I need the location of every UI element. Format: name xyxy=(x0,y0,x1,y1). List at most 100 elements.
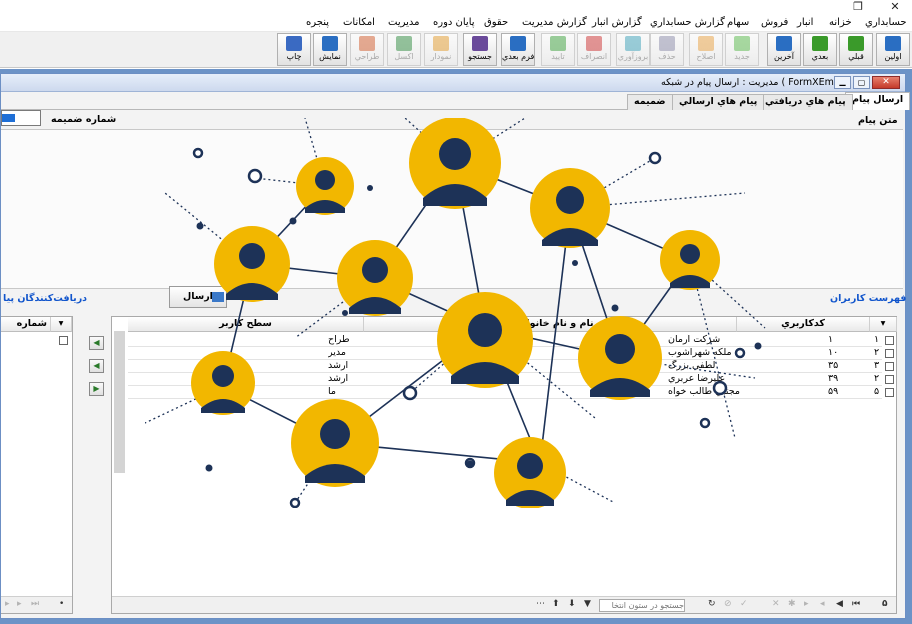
trash-icon xyxy=(659,36,675,51)
row-checkbox[interactable] xyxy=(885,375,894,384)
row-checkbox[interactable] xyxy=(885,388,894,397)
edit-button[interactable]: اصلاح xyxy=(689,33,723,66)
tab-received-messages[interactable]: پيام هاي دريافتي xyxy=(758,94,853,110)
nav-delete-icon[interactable]: ✕ xyxy=(772,599,780,609)
sort-up-icon[interactable]: ⬆ xyxy=(552,599,560,609)
person-avatar-3 xyxy=(296,157,354,215)
remove-arrow-icon: ▶ xyxy=(93,384,100,393)
row-checkbox[interactable] xyxy=(885,362,894,371)
tab-send-message[interactable]: ارسال پيام xyxy=(845,92,911,110)
filter-icon[interactable]: ▼ xyxy=(584,599,591,609)
nav-prev-page-icon[interactable]: ◀ xyxy=(836,599,843,609)
person-avatar-1 xyxy=(409,118,501,209)
nav-refresh-icon[interactable]: ↻ xyxy=(708,599,716,609)
menu-sales[interactable]: فروش xyxy=(761,17,788,28)
previous-record-button[interactable]: قبلي xyxy=(839,33,873,66)
check-icon xyxy=(550,36,566,51)
maximize-icon[interactable]: ▢ xyxy=(853,76,870,89)
chart-button[interactable]: نمودار xyxy=(424,33,458,66)
person-avatar-9 xyxy=(191,351,255,415)
nav-first-icon[interactable]: ⏮ xyxy=(852,599,860,609)
up-arrow-icon xyxy=(885,36,901,51)
cancel-button[interactable]: انصراف xyxy=(577,33,611,66)
menu-management[interactable]: مديريت xyxy=(388,17,420,28)
nav-prev-icon[interactable]: ◂ xyxy=(820,599,825,609)
user-code-cell: ۵۹ xyxy=(828,386,839,397)
recipients-select-header[interactable]: ▾ xyxy=(51,317,72,332)
form-title: مديريت : ارسال پيام در شبكه ( FormXEmail… xyxy=(661,77,849,88)
nav-cancel-icon[interactable]: ⊘ xyxy=(724,599,732,609)
nav-last-icon[interactable]: ⏭ xyxy=(31,599,39,609)
minimize-icon[interactable]: ▁ xyxy=(834,76,851,89)
add-all-recipients-button[interactable]: ◀ xyxy=(89,359,104,373)
person-avatar-5 xyxy=(337,240,413,316)
new-button[interactable]: جديد xyxy=(725,33,759,66)
tab-attachment[interactable]: ضميمه xyxy=(627,94,673,110)
refresh-button[interactable]: بروزآوري xyxy=(616,33,650,66)
pencil-icon xyxy=(698,36,714,51)
nav-next-icon[interactable]: ▸ xyxy=(804,599,809,609)
menu-window[interactable]: پنجره xyxy=(306,17,329,28)
menu-management-report[interactable]: گزارش مديريت xyxy=(522,17,587,28)
search-button[interactable]: جستجو xyxy=(463,33,497,66)
row-checkbox[interactable] xyxy=(885,336,894,345)
row-marker: ۲ xyxy=(874,347,880,358)
select-all-header[interactable]: ▾ xyxy=(870,317,897,332)
recipients-grid: شماره ▾ ▸ ▸ ⏭ • xyxy=(1,316,73,614)
menu-payroll[interactable]: حقوق xyxy=(484,17,508,28)
delete-button[interactable]: حذف xyxy=(650,33,684,66)
add-recipient-button[interactable]: ◀ xyxy=(89,336,104,350)
user-code-cell: ۱۰ xyxy=(828,347,839,358)
form-close-icon[interactable]: ✕ xyxy=(872,76,900,89)
grid-navigator: ۵ ⏮ ◀ ◂ ▸ ✱ ✕ ✓ ⊘ ↻ ▼ ⬇ ⬆ ⋯ xyxy=(112,596,896,613)
nav-insert-icon[interactable]: ✱ xyxy=(788,599,796,609)
add-all-arrow-icon: ◀ xyxy=(93,361,100,370)
menu-warehouse-report[interactable]: گزارش انبار xyxy=(592,17,642,28)
close-icon[interactable]: ✕ xyxy=(886,0,904,15)
nav-prev-icon[interactable]: ▸ xyxy=(5,599,10,609)
excel-button[interactable]: اكسل xyxy=(387,33,421,66)
grid-search-input[interactable] xyxy=(599,599,685,612)
first-record-button[interactable]: اولين xyxy=(876,33,910,66)
preview-button[interactable]: نمايش xyxy=(313,33,347,66)
person-avatar-6 xyxy=(660,230,720,290)
menu-accounting-report[interactable]: گزارش حسابداري xyxy=(650,17,725,28)
menu-treasury[interactable]: خزانه xyxy=(829,17,852,28)
form-title-bar: مديريت : ارسال پيام در شبكه ( FormXEmail… xyxy=(1,74,905,92)
grid-scrollbar[interactable] xyxy=(114,331,125,473)
network-people xyxy=(191,118,720,508)
next-form-button[interactable]: فرم بعدي xyxy=(501,33,535,66)
recipient-checkbox[interactable] xyxy=(59,336,68,345)
users-list-label: فهرست كاربران xyxy=(830,293,907,304)
recipients-navigator: ▸ ▸ ⏭ • xyxy=(1,596,72,613)
app-title-bar: ❐ ✕ xyxy=(0,0,912,15)
menu-shares[interactable]: سهام xyxy=(727,17,749,28)
nav-post-icon[interactable]: ✓ xyxy=(740,599,748,609)
form-tabs: ارسال پيام پيام هاي دريافتي پيام هاي ارس… xyxy=(1,92,911,110)
menu-bar: حسابداري خزانه انبار فروش سهام گزارش حسا… xyxy=(0,15,912,32)
column-number[interactable]: شماره xyxy=(1,317,51,332)
menu-period-end[interactable]: پايان دوره xyxy=(433,17,475,28)
attachment-number-field[interactable] xyxy=(1,110,41,126)
message-text-label: متن پيام xyxy=(858,115,898,126)
confirm-button[interactable]: تاييد xyxy=(541,33,575,66)
next-record-button[interactable]: بعدي xyxy=(803,33,837,66)
right-arrow-icon xyxy=(848,36,864,51)
restore-icon[interactable]: ❐ xyxy=(849,0,867,15)
menu-facilities[interactable]: امكانات xyxy=(343,17,375,28)
more-icon[interactable]: ⋯ xyxy=(536,599,545,609)
attachment-number-label: شماره ضميمه xyxy=(51,114,117,125)
refresh-icon xyxy=(625,36,641,51)
row-marker: ۲ xyxy=(874,373,880,384)
person-avatar-8 xyxy=(578,316,662,400)
print-button[interactable]: چاپ xyxy=(277,33,311,66)
nav-next-icon[interactable]: ▸ xyxy=(17,599,22,609)
menu-warehouse[interactable]: انبار xyxy=(797,17,813,28)
last-record-button[interactable]: آخرين xyxy=(767,33,801,66)
menu-accounting[interactable]: حسابداري xyxy=(865,17,907,28)
remove-recipient-button[interactable]: ▶ xyxy=(89,382,104,396)
row-checkbox[interactable] xyxy=(885,349,894,358)
tab-sent-messages[interactable]: پيام هاي ارسالي xyxy=(672,94,765,110)
design-button[interactable]: طراحي xyxy=(350,33,384,66)
sort-down-icon[interactable]: ⬇ xyxy=(568,599,576,609)
